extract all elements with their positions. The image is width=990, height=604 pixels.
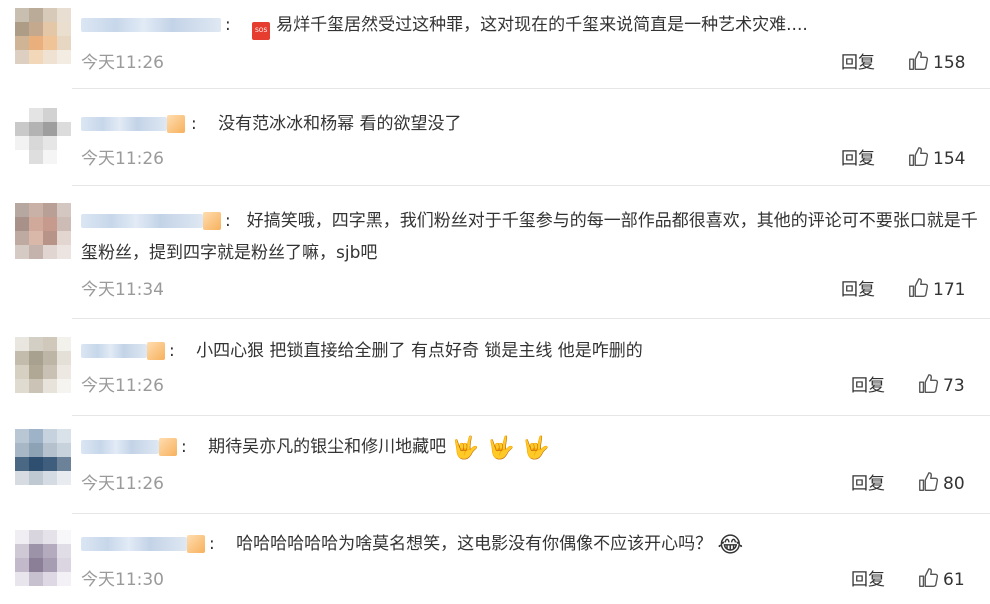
rock-on-hand-emoji: 🤟 (486, 436, 515, 461)
thumb-up-icon (919, 472, 939, 491)
like-button[interactable]: 154 (907, 146, 965, 172)
reply-button[interactable]: 回复 (851, 373, 885, 399)
thumb-up-icon (919, 568, 939, 587)
username[interactable] (81, 16, 221, 34)
comment-time: 今天11:34 (81, 280, 164, 300)
colon: : (169, 341, 175, 361)
like-count: 171 (933, 280, 966, 300)
comment-line: : 好搞笑哦，四字黑，我们粉丝对于千玺参与的每一部作品都很喜欢，其他的评论可不要张… (81, 205, 981, 269)
avatar[interactable] (15, 108, 71, 164)
like-count: 80 (943, 474, 965, 494)
like-count: 158 (933, 53, 966, 73)
username[interactable] (81, 115, 187, 133)
username[interactable] (81, 535, 205, 553)
like-count: 61 (943, 570, 965, 590)
like-count: 154 (933, 149, 966, 169)
comment-item: : 没有范冰冰和杨幂 看的欲望没了 今天11:26 回复 154 (0, 89, 990, 186)
like-button[interactable]: 158 (907, 50, 965, 76)
comment-item: : 小四心狠 把锁直接给全删了 有点好奇 锁是主线 他是咋删的 今天11:26 … (0, 319, 990, 416)
colon: : (181, 437, 187, 457)
rock-on-hand-emoji: 🤟 (522, 436, 550, 461)
like-count: 73 (943, 376, 965, 396)
like-button[interactable]: 171 (907, 277, 965, 303)
comment-text: 小四心狠 把锁直接给全删了 有点好奇 锁是主线 他是咋删的 (196, 341, 643, 361)
colon: : (191, 114, 197, 134)
colon: : (225, 15, 231, 35)
comment-line: : 期待吴亦凡的银尘和修川地藏吧 🤟 🤟 🤟 (81, 432, 990, 464)
username[interactable] (81, 212, 221, 230)
comment-line: : 小四心狠 把锁直接给全删了 有点好奇 锁是主线 他是咋删的 (81, 336, 990, 366)
like-button[interactable]: 73 (917, 373, 965, 399)
comment-item: : 哈哈哈哈哈哈为啥莫名想笑，这电影没有你偶像不应该开心吗？ 😂 今天11:30… (0, 514, 990, 604)
comment-time: 今天11:26 (81, 149, 164, 169)
username[interactable] (81, 342, 165, 360)
comment-line: : 没有范冰冰和杨幂 看的欲望没了 (81, 109, 990, 139)
comment-time: 今天11:26 (81, 53, 164, 73)
thumb-up-icon (909, 278, 929, 297)
comment-time: 今天11:26 (81, 376, 164, 396)
colon: : (225, 211, 231, 231)
colon: : (209, 534, 215, 554)
reply-button[interactable]: 回复 (841, 50, 875, 76)
like-button[interactable]: 80 (917, 471, 965, 497)
comment-line: : SOS 易烊千玺居然受过这种罪，这对现在的千玺来说简直是一种艺术灾难.... (81, 10, 990, 40)
avatar[interactable] (15, 429, 71, 485)
avatar[interactable] (15, 530, 71, 586)
sos-icon: SOS (252, 22, 271, 40)
avatar[interactable] (15, 203, 71, 259)
comment-item: : SOS 易烊千玺居然受过这种罪，这对现在的千玺来说简直是一种艺术灾难.... … (0, 0, 990, 89)
reply-button[interactable]: 回复 (841, 277, 875, 303)
like-button[interactable]: 61 (917, 567, 965, 593)
avatar[interactable] (15, 8, 71, 64)
comment-item: : 好搞笑哦，四字黑，我们粉丝对于千玺参与的每一部作品都很喜欢，其他的评论可不要张… (0, 186, 990, 319)
reply-button[interactable]: 回复 (841, 146, 875, 172)
comment-text: 期待吴亦凡的银尘和修川地藏吧 (208, 437, 447, 457)
reply-button[interactable]: 回复 (851, 471, 885, 497)
username[interactable] (81, 438, 177, 456)
thumb-up-icon (919, 374, 939, 393)
comment-list: : SOS 易烊千玺居然受过这种罪，这对现在的千玺来说简直是一种艺术灾难.... … (0, 0, 990, 604)
tears-of-joy-emoji: 😂 (717, 533, 744, 558)
comment-text: 没有范冰冰和杨幂 看的欲望没了 (218, 114, 462, 134)
comment-time: 今天11:30 (81, 570, 164, 590)
rock-on-hand-emoji: 🤟 (451, 436, 479, 461)
comment-text: 哈哈哈哈哈哈为啥莫名想笑，这电影没有你偶像不应该开心吗？ (236, 534, 713, 554)
thumb-up-icon (909, 147, 929, 166)
comment-item: : 期待吴亦凡的银尘和修川地藏吧 🤟 🤟 🤟 今天11:26 回复 80 (0, 416, 990, 514)
comment-time: 今天11:26 (81, 474, 164, 494)
comment-line: : 哈哈哈哈哈哈为啥莫名想笑，这电影没有你偶像不应该开心吗？ 😂 (81, 529, 990, 561)
thumb-up-icon (909, 51, 929, 70)
comment-text: 易烊千玺居然受过这种罪，这对现在的千玺来说简直是一种艺术灾难.... (276, 15, 808, 35)
reply-button[interactable]: 回复 (851, 567, 885, 593)
avatar[interactable] (15, 337, 71, 393)
